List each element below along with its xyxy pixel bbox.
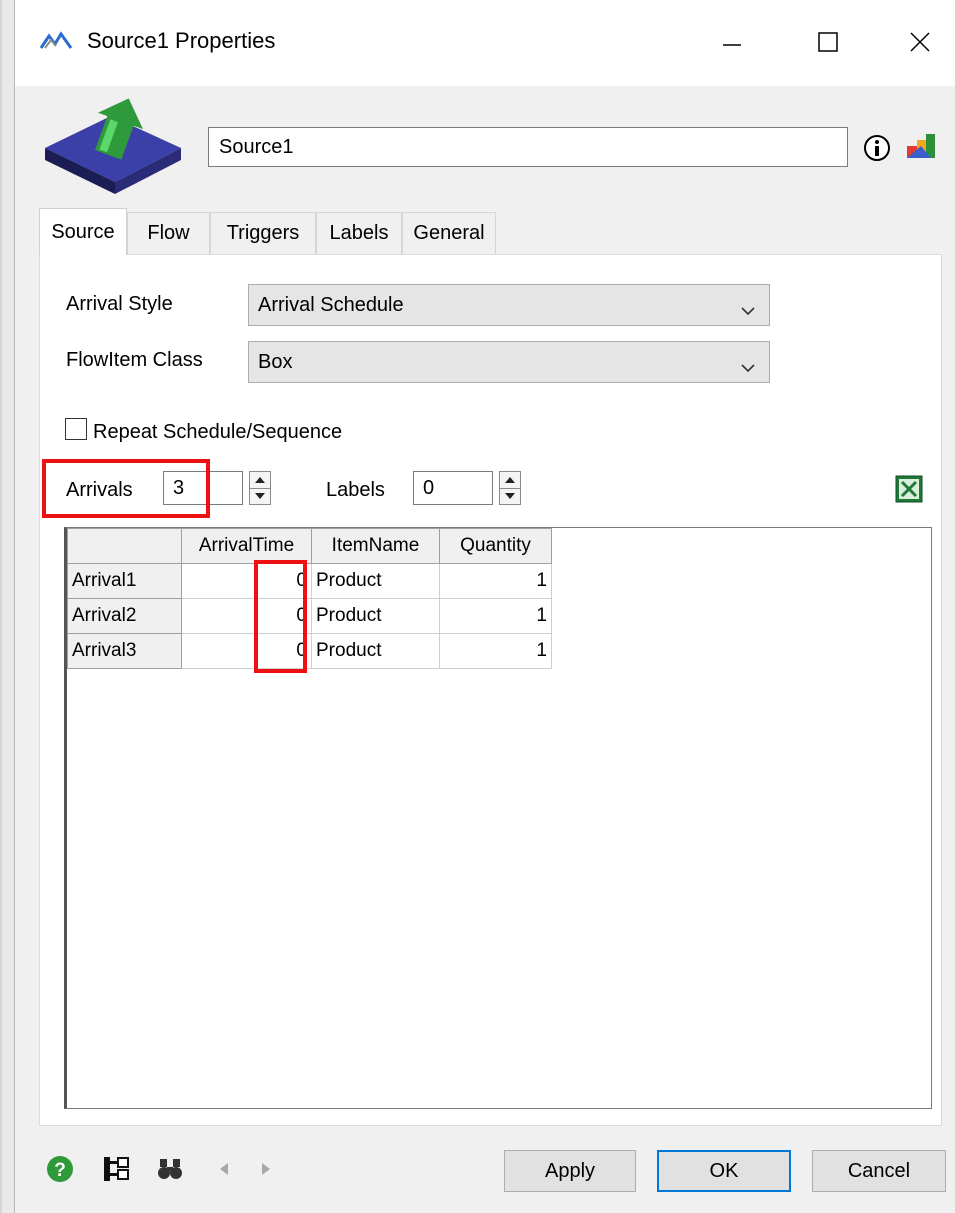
table-header-row: ArrivalTime ItemName Quantity [67, 528, 552, 564]
help-icon[interactable]: ? [45, 1154, 75, 1184]
chevron-down-icon [741, 356, 755, 379]
item-name-cell[interactable]: Product [311, 633, 440, 669]
arrival-style-label: Arrival Style [66, 293, 173, 315]
properties-extra-icon[interactable] [905, 132, 939, 168]
object-name-input[interactable] [208, 127, 848, 167]
svg-text:?: ? [54, 1160, 66, 1181]
binoculars-icon[interactable] [155, 1154, 185, 1184]
labels-count-label: Labels [326, 479, 385, 501]
item-name-cell[interactable]: Product [311, 598, 440, 634]
labels-count-spinner[interactable] [499, 471, 521, 505]
chevron-down-icon [741, 299, 755, 322]
tab-general[interactable]: General [402, 212, 496, 254]
tab-flow[interactable]: Flow [127, 212, 210, 254]
row-header[interactable]: Arrival3 [67, 633, 182, 669]
tree-icon[interactable] [101, 1154, 131, 1184]
arrival-time-highlight-box [254, 560, 307, 673]
table-row: Arrival2 0 Product 1 [67, 598, 552, 634]
row-header[interactable]: Arrival1 [67, 563, 182, 599]
arrivals-spinner[interactable] [249, 471, 271, 505]
previous-icon[interactable] [209, 1154, 239, 1184]
spinner-up-icon[interactable] [250, 472, 270, 489]
column-header-itemname[interactable]: ItemName [311, 528, 440, 564]
labels-count-input[interactable]: 0 [413, 471, 493, 505]
corner-cell [67, 528, 182, 564]
arrival-style-select[interactable]: Arrival Schedule [248, 284, 770, 326]
column-header-arrivaltime[interactable]: ArrivalTime [181, 528, 312, 564]
table-row: Arrival1 0 Product 1 [67, 563, 552, 599]
close-button[interactable] [897, 22, 943, 62]
spinner-down-icon[interactable] [500, 488, 520, 504]
excel-icon[interactable] [895, 475, 923, 509]
arrivals-highlight-box [42, 459, 210, 518]
repeat-schedule-checkbox[interactable] [65, 418, 87, 440]
minimize-button[interactable] [709, 22, 755, 62]
apply-button[interactable]: Apply [504, 1150, 636, 1192]
source-object-icon [41, 96, 187, 202]
flowitem-class-select[interactable]: Box [248, 341, 770, 383]
quantity-cell[interactable]: 1 [439, 633, 552, 669]
window-title: Source1 Properties [87, 28, 276, 53]
repeat-schedule-label: Repeat Schedule/Sequence [93, 421, 343, 443]
item-name-cell[interactable]: Product [311, 563, 440, 599]
spinner-down-icon[interactable] [250, 488, 270, 504]
arrival-table: ArrivalTime ItemName Quantity Arrival1 0… [67, 528, 552, 669]
spinner-up-icon[interactable] [500, 472, 520, 489]
properties-window: Source1 Properties Source1 Source Flow T… [14, 0, 955, 1213]
quantity-cell[interactable]: 1 [439, 563, 552, 599]
flowitem-class-label: FlowItem Class [66, 349, 203, 371]
quantity-cell[interactable]: 1 [439, 598, 552, 634]
flexsim-logo-icon [39, 30, 73, 58]
next-icon[interactable] [251, 1154, 281, 1184]
table-row: Arrival3 0 Product 1 [67, 633, 552, 669]
info-icon[interactable] [863, 134, 891, 168]
arrival-schedule-grid[interactable]: ArrivalTime ItemName Quantity Arrival1 0… [64, 527, 932, 1109]
title-bar: Source1 Properties [15, 0, 955, 86]
tab-source[interactable]: Source [39, 208, 127, 255]
cancel-button[interactable]: Cancel [812, 1150, 946, 1192]
column-header-quantity[interactable]: Quantity [439, 528, 552, 564]
tab-labels[interactable]: Labels [316, 212, 402, 254]
maximize-button[interactable] [805, 22, 851, 62]
row-header[interactable]: Arrival2 [67, 598, 182, 634]
tab-triggers[interactable]: Triggers [210, 212, 316, 254]
background-line [0, 0, 2, 1213]
ok-button[interactable]: OK [657, 1150, 791, 1192]
